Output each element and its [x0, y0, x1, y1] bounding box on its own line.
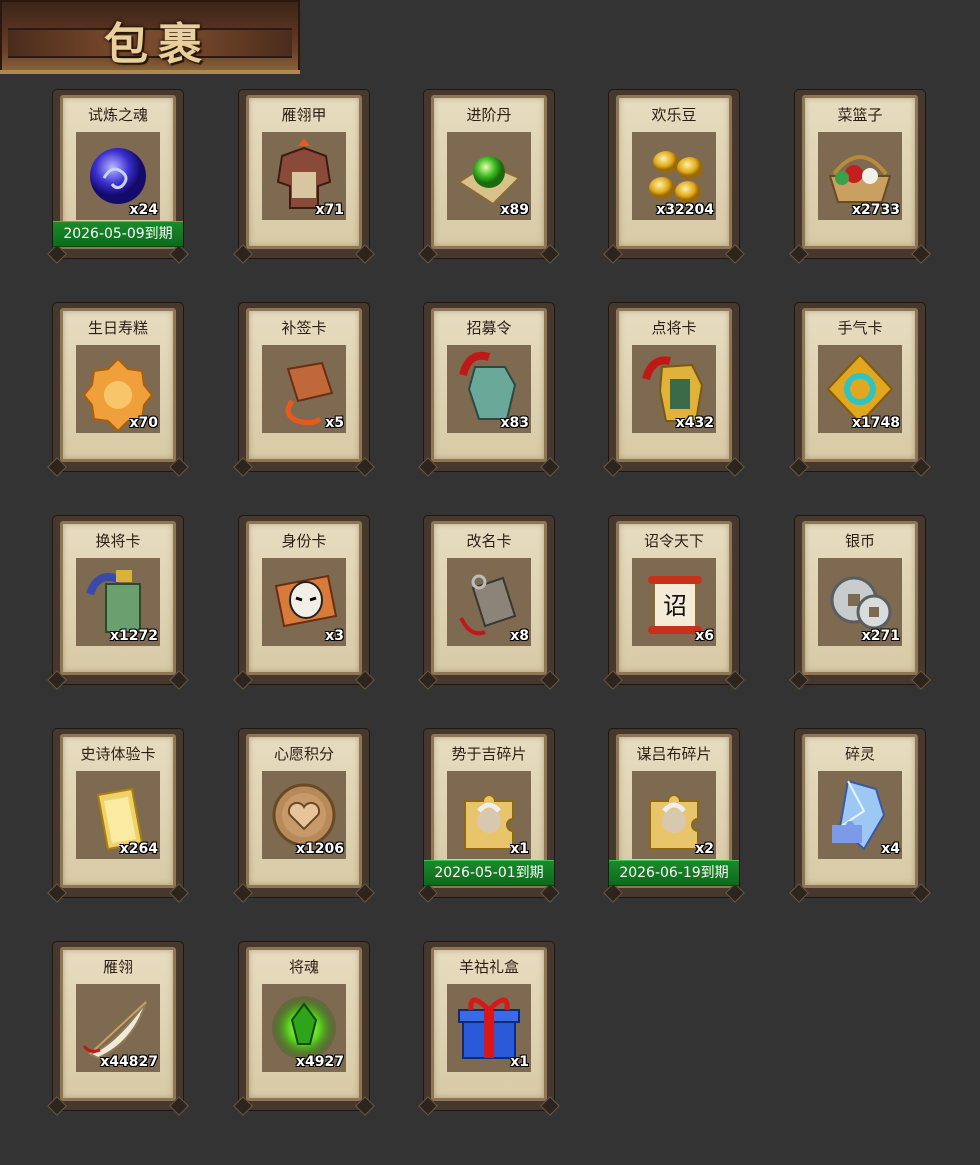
item-icon-frame: x4: [818, 771, 902, 859]
item-name: 雁翎甲: [281, 106, 327, 124]
item-quantity: x1: [510, 1054, 529, 1070]
item-quantity: x1: [510, 841, 529, 857]
inventory-item-card[interactable]: 改名卡 x8: [418, 516, 560, 690]
item-quantity: x6: [695, 628, 714, 644]
inventory-item-card[interactable]: 招募令 x83: [418, 303, 560, 477]
item-icon-frame: x89: [447, 132, 531, 220]
item-name: 诏令天下: [643, 532, 704, 550]
item-name: 谋吕布碎片: [636, 745, 712, 763]
inventory-item-card[interactable]: 银币 x271: [789, 516, 931, 690]
expiry-banner: 2026-06-19到期: [609, 860, 739, 886]
item-icon-frame: x2733: [818, 132, 902, 220]
inventory-item-card[interactable]: 史诗体验卡 x264: [47, 729, 189, 903]
item-name: 将魂: [288, 958, 319, 976]
item-icon-frame: x1: [447, 984, 531, 1072]
item-icon-frame: x44827: [76, 984, 160, 1072]
item-icon-frame: x432: [632, 345, 716, 433]
inventory-item-card[interactable]: 补签卡 x5: [233, 303, 375, 477]
inventory-item-card[interactable]: 羊祜礼盒 x1: [418, 942, 560, 1116]
item-quantity: x271: [861, 628, 900, 644]
item-name: 换将卡: [95, 532, 141, 550]
item-icon-frame: x1748: [818, 345, 902, 433]
item-quantity: x4: [881, 841, 900, 857]
expiry-banner: 2026-05-01到期: [424, 860, 554, 886]
item-name: 心愿积分: [273, 745, 334, 763]
inventory-item-card[interactable]: 诏令天下诏 x6: [603, 516, 745, 690]
svg-text:诏: 诏: [663, 592, 687, 620]
item-quantity: x89: [500, 202, 529, 218]
item-name: 招募令: [466, 319, 512, 337]
item-quantity: x44827: [100, 1054, 158, 1070]
item-quantity: x1748: [852, 415, 900, 431]
item-icon-frame: x8: [447, 558, 531, 646]
item-quantity: x71: [315, 202, 344, 218]
inventory-item-card[interactable]: 势于吉碎片 x1 2026-05-01到期: [418, 729, 560, 903]
item-quantity: x1272: [110, 628, 158, 644]
item-icon-frame: x1272: [76, 558, 160, 646]
item-icon-frame: x70: [76, 345, 160, 433]
item-quantity: x2: [695, 841, 714, 857]
item-name: 雁翎: [102, 958, 133, 976]
item-quantity: x4927: [296, 1054, 344, 1070]
item-quantity: x70: [129, 415, 158, 431]
inventory-item-card[interactable]: 欢乐豆 x32204: [603, 90, 745, 264]
expiry-banner: 2026-05-09到期: [53, 221, 183, 247]
item-name: 试炼之魂: [87, 106, 148, 124]
item-name: 改名卡: [466, 532, 512, 550]
item-quantity: x1206: [296, 841, 344, 857]
inventory-item-card[interactable]: 点将卡 x432: [603, 303, 745, 477]
item-icon-frame: x71: [262, 132, 346, 220]
inventory-item-card[interactable]: 心愿积分 x1206: [233, 729, 375, 903]
item-quantity: x5: [325, 415, 344, 431]
inventory-item-card[interactable]: 手气卡 x1748: [789, 303, 931, 477]
inventory-item-card[interactable]: 雁翎 x44827: [47, 942, 189, 1116]
item-icon-frame: x83: [447, 345, 531, 433]
item-name: 生日寿糕: [87, 319, 148, 337]
item-name: 补签卡: [281, 319, 327, 337]
inventory-item-card[interactable]: 生日寿糕 x70: [47, 303, 189, 477]
item-icon-frame: x1: [447, 771, 531, 859]
item-icon-frame: 诏 x6: [632, 558, 716, 646]
inventory-item-card[interactable]: 身份卡 x3: [233, 516, 375, 690]
item-quantity: x8: [510, 628, 529, 644]
item-name: 势于吉碎片: [451, 745, 527, 763]
item-quantity: x83: [500, 415, 529, 431]
item-name: 点将卡: [651, 319, 697, 337]
item-icon-frame: x3: [262, 558, 346, 646]
item-icon-frame: x4927: [262, 984, 346, 1072]
item-icon-frame: x264: [76, 771, 160, 859]
item-name: 菜篮子: [837, 106, 883, 124]
inventory-item-card[interactable]: 雁翎甲 x71: [233, 90, 375, 264]
inventory-item-card[interactable]: 碎灵 x4: [789, 729, 931, 903]
item-name: 碎灵: [844, 745, 875, 763]
item-name: 欢乐豆: [651, 106, 697, 124]
item-quantity: x32204: [656, 202, 714, 218]
item-quantity: x3: [325, 628, 344, 644]
inventory-grid: 试炼之魂 x24 2026-05-09到期 雁翎甲 x71 进阶丹 x89 欢乐豆 x32204…: [0, 0, 980, 1165]
inventory-item-card[interactable]: 谋吕布碎片 x2 2026-06-19到期: [603, 729, 745, 903]
inventory-item-card[interactable]: 将魂 x4927: [233, 942, 375, 1116]
item-icon-frame: x24: [76, 132, 160, 220]
item-icon-frame: x5: [262, 345, 346, 433]
item-icon-frame: x2: [632, 771, 716, 859]
inventory-item-card[interactable]: 进阶丹 x89: [418, 90, 560, 264]
item-name: 进阶丹: [466, 106, 512, 124]
item-name: 手气卡: [837, 319, 883, 337]
item-icon-frame: x271: [818, 558, 902, 646]
inventory-item-card[interactable]: 试炼之魂 x24 2026-05-09到期: [47, 90, 189, 264]
item-name: 银币: [844, 532, 875, 550]
item-quantity: x264: [119, 841, 158, 857]
item-name: 羊祜礼盒: [458, 958, 519, 976]
item-icon-frame: x1206: [262, 771, 346, 859]
item-quantity: x2733: [852, 202, 900, 218]
item-name: 史诗体验卡: [80, 745, 156, 763]
item-quantity: x24: [129, 202, 158, 218]
item-name: 身份卡: [281, 532, 327, 550]
inventory-item-card[interactable]: 菜篮子 x2733: [789, 90, 931, 264]
item-quantity: x432: [675, 415, 714, 431]
inventory-item-card[interactable]: 换将卡 x1272: [47, 516, 189, 690]
item-icon-frame: x32204: [632, 132, 716, 220]
